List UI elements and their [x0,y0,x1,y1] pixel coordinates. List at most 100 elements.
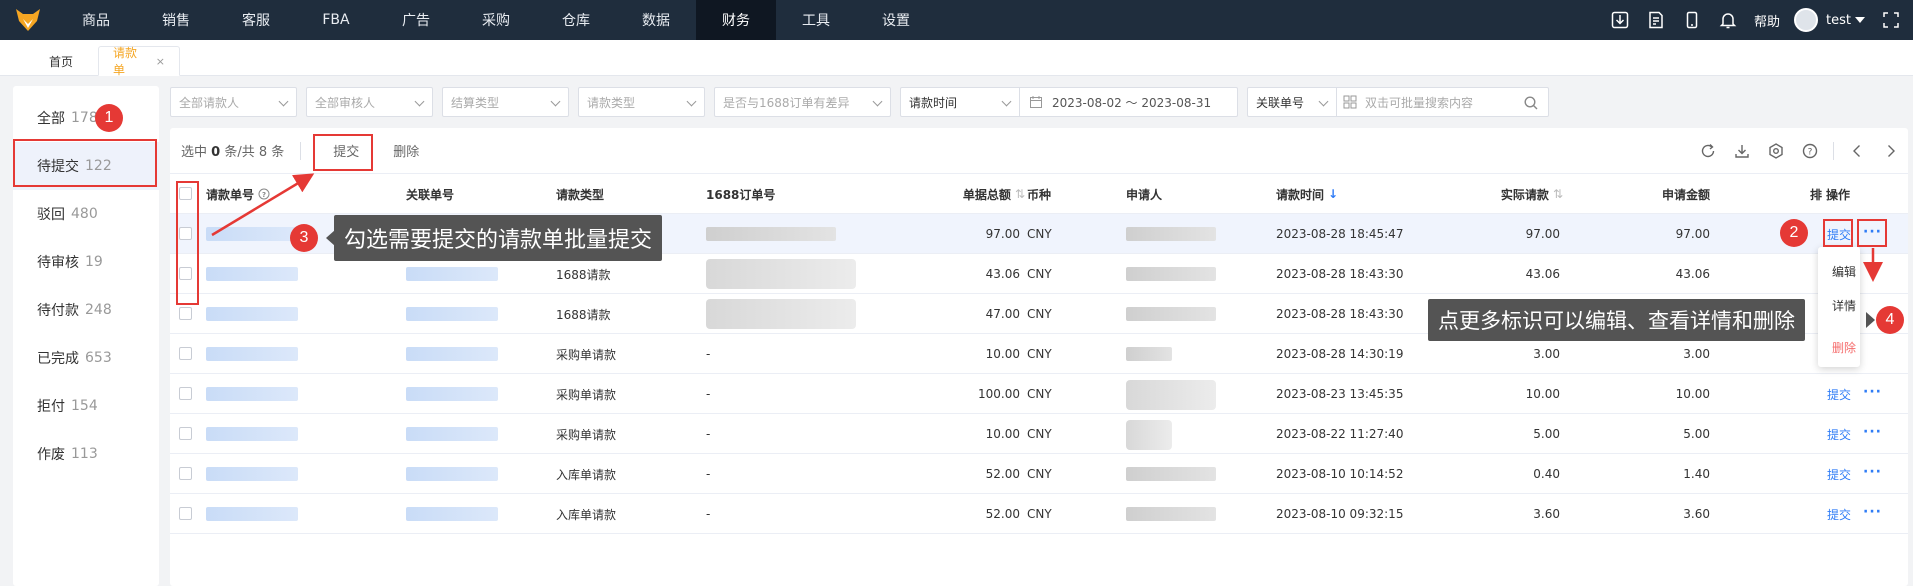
col-time[interactable]: 请款时间 ↓ [1276,174,1338,214]
table-row[interactable]: 采购单请款 - 100.00 CNY 2023-08-23 13:45:35 1… [170,374,1908,414]
order-type-select[interactable]: 关联单号 [1247,87,1337,117]
search-icon[interactable] [1524,96,1538,110]
row-checkbox[interactable] [179,427,192,440]
col-actual-label: 实际请款 [1500,187,1549,202]
date-range-picker[interactable]: 2023-08-02 ～ 2023-08-31 [1020,87,1238,117]
nav-item-finance[interactable]: 财务 [696,0,776,40]
nav-item-tools[interactable]: 工具 [776,0,856,40]
user-name[interactable]: test [1826,13,1851,28]
chevron-left-icon[interactable] [1840,128,1874,174]
request-no-blurred[interactable] [206,507,298,521]
help-link[interactable]: 帮助 [1754,11,1780,30]
applicant-blurred [1126,347,1172,361]
status-item-refused[interactable]: 拒付 154 [13,382,159,430]
status-item-rejected[interactable]: 驳回 480 [13,190,159,238]
nav-item-ads[interactable]: 广告 [376,0,456,40]
row-checkbox[interactable] [179,467,192,480]
download-icon[interactable] [1602,0,1638,40]
request-no-blurred[interactable] [206,227,298,241]
row-time: 2023-08-28 18:43:30 [1276,307,1404,321]
menu-item-edit[interactable]: 编辑 [1832,263,1856,280]
time-type-select[interactable]: 请款时间 [900,87,1020,117]
export-icon[interactable] [1725,128,1759,174]
request-no-blurred[interactable] [206,307,298,321]
more-icon[interactable]: ··· [1863,424,1882,440]
more-icon[interactable]: ··· [1863,504,1882,520]
question-icon[interactable]: ? [258,188,270,200]
request-no-blurred[interactable] [206,267,298,281]
nav-item-products[interactable]: 商品 [56,0,136,40]
bell-icon[interactable] [1710,0,1746,40]
close-icon[interactable]: × [156,55,165,68]
more-icon[interactable]: ··· [1863,384,1882,400]
search-input[interactable]: 双击可批量搜索内容 [1337,87,1549,117]
table-row[interactable]: 采购单请款 - 10.00 CNY 2023-08-22 11:27:40 5.… [170,414,1908,454]
tab-home[interactable]: 首页 [35,46,87,76]
request-no-blurred[interactable] [206,387,298,401]
status-item-completed[interactable]: 已完成 653 [13,334,159,382]
menu-item-delete[interactable]: 删除 [1832,339,1856,356]
settle-type-select[interactable]: 结算类型 [442,87,569,117]
status-item-pending-review[interactable]: 待审核 19 [13,238,159,286]
request-type-select[interactable]: 请款类型 [578,87,705,117]
refresh-icon[interactable] [1691,128,1725,174]
row-submit-link[interactable]: 提交 [1827,466,1851,483]
table-row[interactable]: 入库单请款 - 52.00 CNY 2023-08-10 10:14:52 0.… [170,454,1908,494]
tab-request-form[interactable]: 请款单 × [98,46,180,77]
row-submit-link[interactable]: 提交 [1827,426,1851,443]
nav-item-data[interactable]: 数据 [616,0,696,40]
col-total[interactable]: 单据总额 ⇅ [930,174,1025,214]
chevron-down-icon[interactable] [1855,17,1865,23]
related-no-blurred[interactable] [406,387,498,401]
applicant-select[interactable]: 全部请款人 [170,87,297,117]
related-no-blurred[interactable] [406,467,498,481]
row-checkbox[interactable] [179,387,192,400]
avatar[interactable] [1794,8,1819,32]
row-checkbox[interactable] [179,347,192,360]
status-item-pending-payment[interactable]: 待付款 248 [13,286,159,334]
request-no-blurred[interactable] [206,467,298,481]
nav-item-purchase[interactable]: 采购 [456,0,536,40]
row-checkbox[interactable] [179,307,192,320]
row-checkbox[interactable] [179,507,192,520]
nav-item-warehouse[interactable]: 仓库 [536,0,616,40]
request-no-blurred[interactable] [206,347,298,361]
row-submit-link[interactable]: 提交 [1827,506,1851,523]
status-item-voided[interactable]: 作废 113 [13,430,159,478]
help-icon[interactable]: ? [1793,128,1827,174]
more-icon[interactable]: ··· [1863,464,1882,480]
table-row[interactable]: 入库单请款 - 52.00 CNY 2023-08-10 09:32:15 3.… [170,494,1908,534]
row-submit-link[interactable]: 提交 [1827,386,1851,403]
status-label: 已完成 [37,351,79,367]
col-request-type: 请款类型 [556,187,605,202]
fullscreen-icon[interactable] [1883,12,1899,31]
status-count: 480 [71,206,98,222]
batch-delete-button[interactable]: 删除 [383,141,429,160]
related-no-blurred[interactable] [406,347,498,361]
nav-item-fba[interactable]: FBA [296,0,376,40]
related-no-blurred[interactable] [406,427,498,441]
row-currency: CNY [1027,227,1052,241]
row-currency: CNY [1027,267,1052,281]
diff-1688-select[interactable]: 是否与1688订单有差异 [714,87,891,117]
nav-item-sales[interactable]: 销售 [136,0,216,40]
related-no-blurred[interactable] [406,307,498,321]
nav-item-service[interactable]: 客服 [216,0,296,40]
reviewer-select[interactable]: 全部审核人 [306,87,433,117]
related-no-blurred[interactable] [406,267,498,281]
mobile-icon[interactable] [1674,0,1710,40]
settings-icon[interactable] [1759,128,1793,174]
fox-logo-icon[interactable] [0,0,56,40]
toolbar-icons: ? [1691,128,1908,174]
row-time: 2023-08-22 11:27:40 [1276,427,1404,441]
request-no-blurred[interactable] [206,427,298,441]
chevron-down-icon [1318,96,1329,107]
filter-bar: 全部请款人 全部审核人 结算类型 请款类型 是否与1688订单有差异 请款时间 … [170,86,1558,118]
menu-item-detail[interactable]: 详情 [1832,297,1856,314]
related-no-blurred[interactable] [406,507,498,521]
col-actual[interactable]: 实际请款 ⇅ [1470,174,1563,214]
task-list-icon[interactable] [1638,0,1674,40]
status-item-all[interactable]: 全部 178 [13,94,159,142]
chevron-right-icon[interactable] [1874,128,1908,174]
nav-item-settings[interactable]: 设置 [856,0,936,40]
